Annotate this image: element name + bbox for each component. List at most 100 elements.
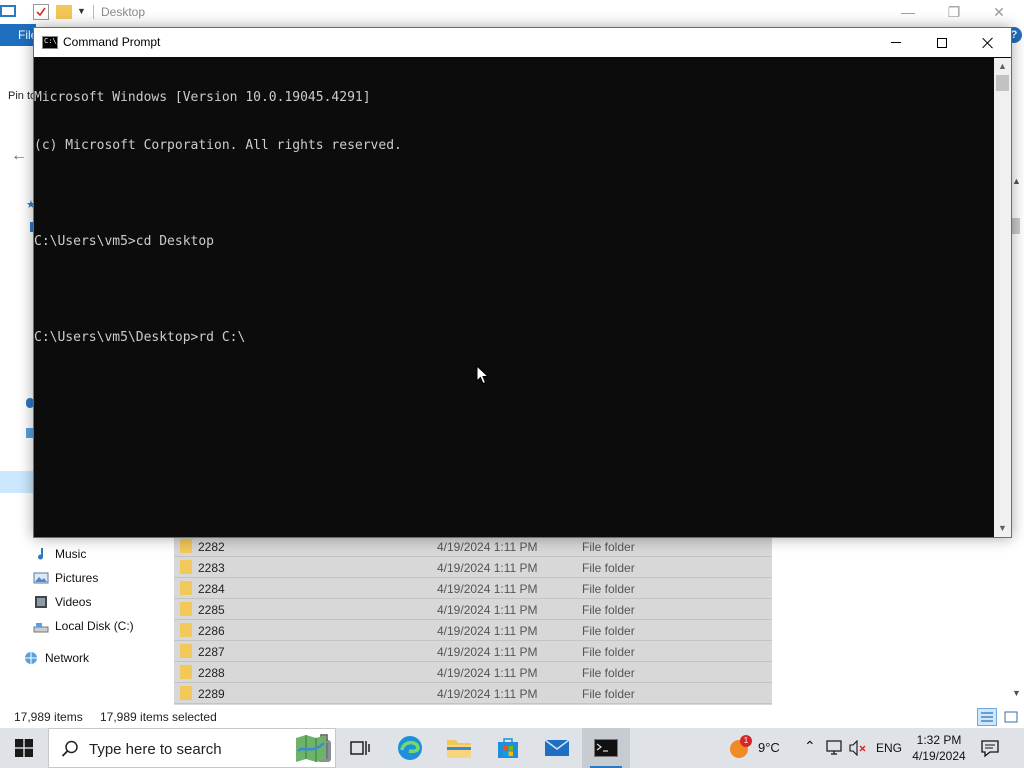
file-list: 2282 4/19/2024 1:11 PM File folder 2283 4/1… [174,536,772,705]
explorer-minimize-button[interactable]: — [885,2,931,22]
task-view-button[interactable] [336,728,384,768]
console-line: C:\Users\vm5>cd Desktop [34,234,215,249]
table-row[interactable]: 2287 4/19/2024 1:11 PM File folder [174,641,772,662]
file-name: 2282 [198,540,225,554]
explorer-restore-button[interactable]: ❐ [931,2,977,22]
file-type: File folder [582,540,635,554]
command-prompt-icon: C:\_ [42,36,61,49]
nav-item-label: Local Disk (C:) [55,619,134,633]
weather-widget[interactable]: 1 9°C [726,728,786,768]
command-prompt-window[interactable]: C:\_ Command Prompt Microsoft Windows [V… [33,27,1012,538]
console-line: (c) Microsoft Corporation. All rights re… [34,138,402,153]
edge-icon [398,736,422,760]
selected-count: 17,989 items selected [100,710,217,724]
minimize-button[interactable] [873,28,919,57]
store-icon [498,738,518,758]
folder-icon [180,623,192,637]
details-view-button[interactable] [977,708,997,726]
close-icon [982,37,994,49]
file-explorer-icon [447,740,471,758]
notification-center-icon[interactable] [980,738,1000,758]
table-row[interactable]: 2285 4/19/2024 1:11 PM File folder [174,599,772,620]
explorer-close-button[interactable]: ✕ [976,2,1022,22]
nav-item-music[interactable]: Music [33,543,86,565]
file-type: File folder [582,603,635,617]
file-type: File folder [582,624,635,638]
file-date: 4/19/2024 1:11 PM [437,582,538,596]
taskbar: Type here to search 1 9°C ⌃ ENG 1:32 PM … [0,728,1024,768]
maximize-button[interactable] [919,28,965,57]
ribbon-file-tab[interactable]: File [0,24,36,46]
file-type: File folder [582,582,635,596]
table-row[interactable]: 2288 4/19/2024 1:11 PM File folder [174,662,772,683]
taskbar-mail-app[interactable] [533,728,581,768]
windows-logo-icon [15,739,33,757]
scroll-up-arrow-icon[interactable]: ▲ [1012,176,1021,186]
pin-to-quick-access-label[interactable]: Pin to [8,90,36,102]
file-type: File folder [582,645,635,659]
drive-icon [33,618,49,634]
weather-temperature: 9°C [758,740,780,755]
mouse-pointer-icon [476,365,490,385]
network-icon [23,650,39,666]
nav-item-label: Videos [55,595,92,609]
show-hidden-icons-chevron-icon[interactable]: ⌃ [804,738,816,755]
clock-time: 1:32 PM [916,733,962,747]
file-type: File folder [582,561,635,575]
taskbar-file-explorer-app[interactable] [435,728,483,768]
search-icon [61,740,78,757]
input-language-indicator[interactable]: ENG [876,741,902,755]
console-prompt-line[interactable]: C:\Users\vm5\Desktop>rd C:\ [34,330,994,346]
file-name: 2286 [198,624,225,638]
network-status-icon[interactable] [826,740,844,756]
scroll-up-arrow-icon[interactable]: ▲ [994,59,1011,73]
cmd-vertical-scrollbar[interactable]: ▲ ▼ [994,58,1011,537]
taskbar-maps-app[interactable] [287,728,335,768]
back-arrow-icon[interactable]: ← [11,147,27,165]
table-row[interactable]: 2286 4/19/2024 1:11 PM File folder [174,620,772,641]
scrollbar-thumb[interactable] [1012,218,1020,234]
videos-icon [33,594,49,610]
large-icons-view-button[interactable] [1001,708,1021,726]
file-type: File folder [582,687,635,701]
system-clock[interactable]: 1:32 PM 4/19/2024 [908,732,970,764]
file-date: 4/19/2024 1:11 PM [437,687,538,701]
table-row[interactable]: 2284 4/19/2024 1:11 PM File folder [174,578,772,599]
file-date: 4/19/2024 1:11 PM [437,561,538,575]
taskbar-store-app[interactable] [484,728,532,768]
taskbar-edge-app[interactable] [386,728,434,768]
nav-item-local-disk[interactable]: Local Disk (C:) [33,615,134,637]
taskbar-command-prompt-app[interactable] [582,728,630,768]
properties-quick-access-icon[interactable] [33,4,49,20]
close-button[interactable] [965,28,1011,57]
console-output[interactable]: Microsoft Windows [Version 10.0.19045.42… [34,58,994,537]
customize-quick-access-chevron-icon[interactable]: ▼ [77,6,93,22]
table-row[interactable]: 2289 4/19/2024 1:11 PM File folder [174,683,772,704]
new-folder-quick-access-icon[interactable] [56,5,72,19]
file-name: 2284 [198,582,225,596]
scroll-down-arrow-icon[interactable]: ▼ [994,521,1011,535]
scrollbar-thumb[interactable] [996,75,1009,91]
command-prompt-icon [594,739,618,757]
file-name: 2285 [198,603,225,617]
explorer-app-icon [0,5,16,17]
nav-item-label: Network [45,651,90,665]
item-count: 17,989 items [14,710,83,724]
task-view-icon [350,741,370,755]
volume-muted-icon[interactable] [849,740,867,756]
table-row[interactable]: 2283 4/19/2024 1:11 PM File folder [174,557,772,578]
titlebar-divider [93,5,94,19]
nav-item-videos[interactable]: Videos [33,591,91,613]
table-row[interactable]: 2282 4/19/2024 1:11 PM File folder [174,536,772,557]
explorer-status-bar: 17,989 items 17,989 items selected [0,706,1024,728]
nav-item-network[interactable]: Network [23,647,89,669]
scroll-down-arrow-icon[interactable]: ▼ [1012,688,1021,698]
explorer-titlebar: ▼ Desktop — ❐ ✕ [0,0,1024,24]
selected-nav-item[interactable] [0,471,34,493]
maximize-icon [937,37,947,48]
cmd-titlebar[interactable]: C:\_ Command Prompt [34,28,1011,57]
start-button[interactable] [0,728,48,768]
folder-icon [180,581,192,595]
nav-item-pictures[interactable]: Pictures [33,567,98,589]
